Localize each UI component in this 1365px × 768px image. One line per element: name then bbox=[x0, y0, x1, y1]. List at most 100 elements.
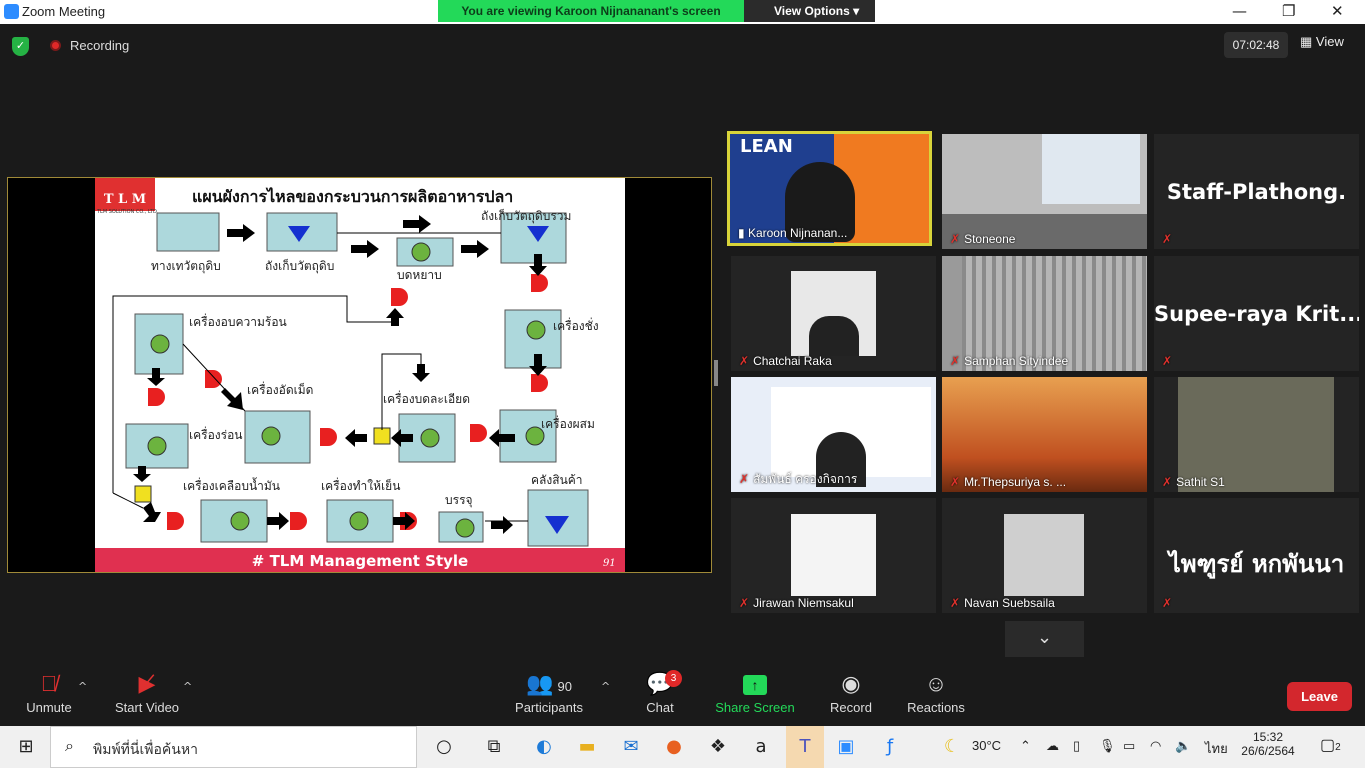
participant-name: ✗ สัมพันธ์ ครองกิจการ bbox=[739, 472, 858, 486]
windows-start-icon[interactable]: ⊞ bbox=[12, 734, 40, 760]
tlm-logo-sub: TLM SOLUTION CO., LTD. bbox=[96, 209, 159, 215]
panel-resize-handle[interactable] bbox=[714, 360, 718, 386]
teams-icon[interactable]: T bbox=[786, 726, 824, 768]
participant-tile[interactable]: ✗ Mr.Thepsuriya s. ... bbox=[942, 377, 1147, 492]
muted-mic-icon: ✗ bbox=[950, 232, 961, 246]
participant-name: ✗ Chatchai Raka bbox=[739, 354, 832, 368]
dropbox-icon[interactable]: ❖ bbox=[704, 734, 732, 760]
recording-label: Recording bbox=[70, 38, 130, 53]
muted-mic-icon: ✗ bbox=[1162, 475, 1173, 489]
participant-name: ✗ Stoneone bbox=[950, 232, 1016, 246]
tlm-logo: T L M bbox=[104, 192, 146, 207]
record-label: Record bbox=[830, 700, 872, 715]
view-options-button[interactable]: View Options ▾ bbox=[744, 0, 875, 22]
record-icon: ◉ bbox=[841, 671, 861, 696]
search-placeholder: พิมพ์ที่นี่เพื่อค้นหา bbox=[93, 742, 198, 758]
shared-screen[interactable]: T L M TLM SOLUTION CO., LTD. แผนผังการไห… bbox=[7, 177, 712, 573]
label-4: เครื่องอบความร้อน bbox=[189, 313, 287, 329]
label-10: เครื่องเคลือบน้ำมัน bbox=[183, 477, 280, 493]
amazon-icon[interactable]: a bbox=[747, 734, 775, 760]
volume-icon[interactable]: 🔈 bbox=[1175, 738, 1191, 754]
maximize-button[interactable]: ❐ bbox=[1282, 2, 1295, 20]
participant-tile[interactable]: ✗ Stoneone bbox=[942, 134, 1147, 249]
input-language[interactable]: ไทย bbox=[1205, 738, 1228, 759]
share-screen-button[interactable]: ↑ Share Screen bbox=[710, 666, 800, 715]
participant-tile[interactable]: LEAN ▮ Karoon Nijnanan... bbox=[727, 131, 932, 246]
reactions-label: Reactions bbox=[907, 700, 965, 715]
participant-tile[interactable]: ✗ Navan Suebsaila bbox=[942, 498, 1147, 613]
zoom-app-icon bbox=[4, 4, 19, 19]
task-view-icon[interactable]: ⧉ bbox=[480, 734, 508, 760]
muted-mic-icon: ✗ bbox=[950, 596, 961, 610]
zoom-taskbar-icon[interactable]: ▣ bbox=[832, 734, 860, 760]
clock[interactable]: 15:32 26/6/2564 bbox=[1240, 730, 1296, 758]
clock-date: 26/6/2564 bbox=[1241, 744, 1295, 758]
viewing-screen-banner: You are viewing Karoon Nijnananant's scr… bbox=[438, 0, 744, 22]
facebook-icon[interactable]: ƒ bbox=[876, 734, 904, 760]
start-video-button[interactable]: ▶̸ Start Video bbox=[102, 666, 192, 715]
notifications-icon[interactable]: ▢2 bbox=[1320, 735, 1341, 755]
participant-tile[interactable]: ✗ Jirawan Niemsakul bbox=[731, 498, 936, 613]
label-11: เครื่องทำให้เย็น bbox=[321, 477, 400, 493]
participant-tile[interactable]: ✗ Sathit S1 bbox=[1154, 377, 1359, 492]
temperature: 30°C bbox=[972, 738, 1002, 753]
minimize-button[interactable]: — bbox=[1232, 2, 1247, 20]
mail-icon[interactable]: ✉ bbox=[617, 734, 645, 760]
audio-options-caret[interactable]: ^ bbox=[78, 680, 87, 693]
participants-count: 90 bbox=[557, 679, 572, 694]
file-explorer-icon[interactable]: ▬ bbox=[573, 734, 601, 760]
onedrive-icon[interactable]: ☁ bbox=[1046, 738, 1059, 754]
label-5: เครื่องอัดเม็ด bbox=[247, 381, 313, 397]
record-button[interactable]: ◉ Record bbox=[806, 666, 896, 715]
participant-tile[interactable]: Staff-Plathong. ✗ bbox=[1154, 134, 1359, 249]
cortana-icon[interactable]: ○ bbox=[430, 734, 458, 760]
participant-name: ✗ Sathit S1 bbox=[1162, 475, 1225, 489]
tray-device-icon[interactable]: ▯ bbox=[1073, 738, 1080, 754]
start-video-label: Start Video bbox=[114, 700, 180, 715]
tray-chevron-icon[interactable]: ⌃ bbox=[1020, 738, 1031, 754]
chat-button[interactable]: 💬 3 Chat bbox=[615, 666, 705, 715]
security-shield-icon[interactable]: ✓ bbox=[12, 37, 29, 56]
label-3: ถังเก็บวัตถุดิบรวม bbox=[481, 208, 571, 224]
participants-button[interactable]: 👥 90 Participants bbox=[504, 666, 594, 715]
participant-video bbox=[1004, 514, 1084, 596]
participant-name: ▮ Karoon Nijnanan... bbox=[738, 226, 848, 240]
label-12: บรรจุ bbox=[445, 493, 473, 508]
share-screen-icon: ↑ bbox=[710, 666, 800, 700]
battery-icon[interactable]: ▭ bbox=[1123, 738, 1135, 754]
microphone-icon[interactable]: 🎙 bbox=[1099, 738, 1116, 754]
reactions-button[interactable]: ☺ Reactions bbox=[891, 666, 981, 715]
wifi-icon[interactable]: ◠ bbox=[1150, 738, 1161, 754]
window-title: Zoom Meeting bbox=[22, 4, 106, 19]
meeting-timer: 07:02:48 bbox=[1224, 32, 1288, 58]
notification-count: 2 bbox=[1335, 742, 1341, 753]
firefox-icon[interactable]: ● bbox=[660, 734, 688, 760]
view-label: View bbox=[1315, 34, 1344, 49]
muted-mic-icon: ✗ bbox=[739, 354, 750, 368]
participant-video bbox=[1042, 134, 1140, 204]
participant-name: ✗ bbox=[1162, 354, 1176, 368]
muted-mic-icon: ✗ bbox=[739, 596, 750, 610]
video-overlay-text: LEAN bbox=[740, 136, 793, 157]
participant-tile[interactable]: Supee-raya Krit... ✗ bbox=[1154, 256, 1359, 371]
participant-tile[interactable]: ✗ Samphan Sityindee bbox=[942, 256, 1147, 371]
participant-tile[interactable]: ✗ Chatchai Raka bbox=[731, 256, 936, 371]
label-1: ถังเก็บวัตถุดิบ bbox=[265, 258, 334, 274]
label-8: เครื่องร่อน bbox=[189, 426, 243, 442]
participant-name: ✗ Jirawan Niemsakul bbox=[739, 596, 854, 610]
label-7: เครื่องบดละเอียด bbox=[383, 390, 470, 406]
close-button[interactable]: ✕ bbox=[1331, 2, 1344, 20]
leave-button[interactable]: Leave bbox=[1287, 682, 1352, 711]
participants-options-caret[interactable]: ^ bbox=[601, 680, 610, 693]
windows-taskbar: ⊞ ⌕ พิมพ์ที่นี่เพื่อค้นหา ○ ⧉ ◐ ▬ ✉ ● ❖ … bbox=[0, 726, 1365, 768]
presentation-slide: T L M TLM SOLUTION CO., LTD. แผนผังการไห… bbox=[95, 178, 625, 572]
video-options-caret[interactable]: ^ bbox=[183, 680, 192, 693]
participant-tile[interactable]: ไพฑูรย์ หกพันนา ✗ bbox=[1154, 498, 1359, 613]
taskbar-search[interactable]: ⌕ พิมพ์ที่นี่เพื่อค้นหา bbox=[50, 726, 417, 768]
weather-icon[interactable]: ☾ bbox=[938, 734, 966, 760]
edge-icon[interactable]: ◐ bbox=[530, 734, 558, 760]
participant-tile[interactable]: ✗ สัมพันธ์ ครองกิจการ bbox=[731, 377, 936, 492]
participant-display-name: Staff-Plathong. bbox=[1166, 180, 1347, 204]
next-page-button[interactable]: ⌄ bbox=[1005, 621, 1084, 657]
view-button[interactable]: ▦ View bbox=[1300, 34, 1344, 50]
